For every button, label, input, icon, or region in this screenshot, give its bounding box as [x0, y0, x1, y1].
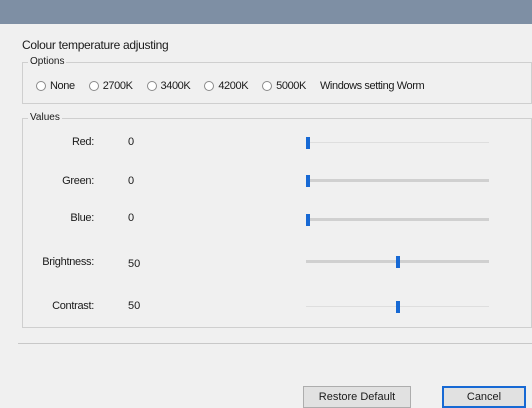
radio-circle-icon: [262, 81, 273, 91]
slider-thumb[interactable]: [306, 214, 310, 226]
red-slider[interactable]: [306, 137, 489, 149]
radio-3400k[interactable]: 3400K: [146, 80, 191, 92]
radio-label: None: [50, 80, 75, 92]
blue-slider[interactable]: [306, 214, 489, 226]
radio-label: 3400K: [160, 80, 191, 92]
brightness-slider[interactable]: [306, 256, 489, 268]
radio-windows-setting[interactable]: Windows setting Worm: [319, 80, 425, 92]
title-bar[interactable]: [0, 0, 532, 24]
radio-2700k[interactable]: 2700K: [88, 80, 133, 92]
dialog-heading: Colour temperature adjusting: [22, 38, 169, 52]
options-group-label: Options: [28, 56, 67, 67]
values-group-label: Values: [28, 112, 62, 123]
green-value: 0: [128, 175, 135, 187]
option-radio-list: None 2700K 3400K 4200K 5000K Windows set…: [36, 78, 530, 94]
brightness-label: Brightness:: [42, 256, 94, 268]
red-value: 0: [128, 136, 135, 148]
green-slider[interactable]: [306, 175, 489, 187]
radio-label: 5000K: [276, 80, 306, 92]
green-label: Green:: [62, 175, 94, 187]
contrast-slider[interactable]: [306, 301, 489, 313]
radio-label: 2700K: [102, 80, 133, 92]
contrast-value: 50: [128, 300, 141, 312]
radio-circle-icon: [146, 81, 157, 91]
radio-4200k[interactable]: 4200K: [204, 80, 249, 92]
radio-circle-icon: [88, 81, 99, 91]
radio-circle-icon: [204, 81, 215, 91]
brightness-value: 50: [128, 258, 141, 270]
slider-thumb[interactable]: [306, 175, 310, 187]
slider-thumb[interactable]: [396, 301, 400, 313]
restore-default-button[interactable]: Restore Default: [303, 386, 411, 408]
cancel-button[interactable]: Cancel: [442, 386, 526, 408]
radio-none[interactable]: None: [36, 80, 75, 92]
radio-circle-icon: [36, 81, 46, 91]
slider-thumb[interactable]: [306, 137, 310, 149]
blue-label: Blue:: [70, 212, 94, 224]
radio-label: Windows setting Worm: [319, 80, 425, 92]
values-group: [22, 118, 532, 328]
radio-5000k[interactable]: 5000K: [262, 80, 306, 92]
footer-divider: [18, 343, 532, 344]
blue-value: 0: [128, 212, 135, 224]
red-label: Red:: [71, 136, 94, 148]
radio-label: 4200K: [218, 80, 249, 92]
contrast-label: Contrast:: [52, 300, 94, 312]
slider-thumb[interactable]: [396, 256, 400, 268]
